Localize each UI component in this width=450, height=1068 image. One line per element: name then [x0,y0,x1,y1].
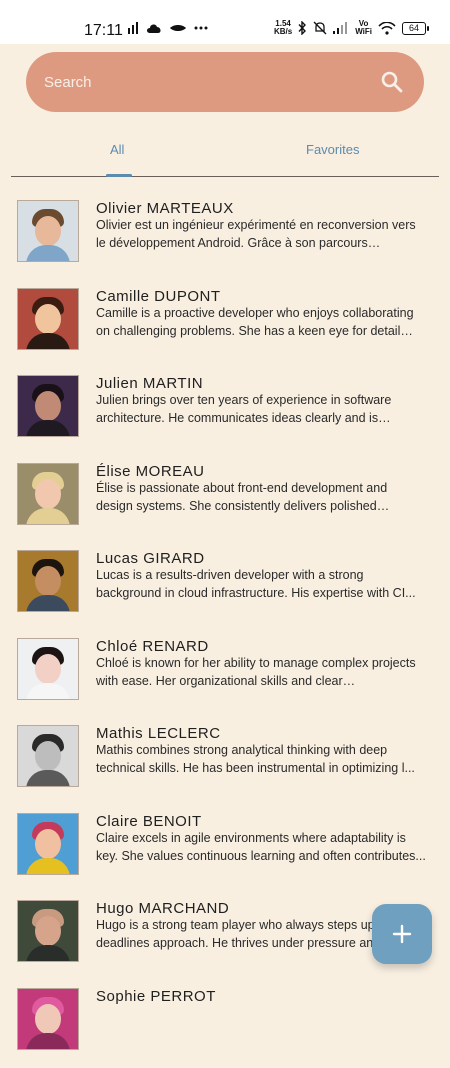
avatar [17,463,79,525]
status-left-icons [128,22,208,34]
avatar [17,900,79,962]
list-item[interactable]: Camille DUPONT Camille is a proactive de… [0,288,450,368]
person-name: Sophie PERROT [96,988,216,1005]
list-item[interactable]: Olivier MARTEAUX Olivier est un ingénieu… [0,200,450,280]
person-description: Camille is a proactive developer who enj… [96,306,414,338]
person-description: Mathis combines strong analytical thinki… [96,743,415,775]
person-description: Élise is passionate about front-end deve… [96,481,388,513]
tab-bar: All Favorites [11,128,439,177]
network-speed-unit: KB/s [273,27,293,36]
list-item[interactable]: Sophie PERROT [0,988,450,1068]
vowifi-label: Vo WiFi [355,20,372,36]
person-name: Claire BENOIT [96,813,202,830]
avatar [17,638,79,700]
wifi-icon [378,21,396,35]
person-description: Claire excels in agile environments wher… [96,831,426,863]
person-description: Julien brings over ten years of experien… [96,393,392,425]
person-name: Hugo MARCHAND [96,900,230,917]
bell-off-icon [313,21,327,35]
add-button[interactable] [372,904,432,964]
person-name: Mathis LECLERC [96,725,221,742]
search-icon[interactable] [380,70,404,94]
signal-bars-icon [128,22,138,34]
avatar [17,375,79,437]
person-name: Élise MOREAU [96,463,205,480]
cloud-icon [147,24,161,33]
list-item[interactable]: Élise MOREAU Élise is passionate about f… [0,463,450,543]
bluetooth-icon [298,21,307,35]
avatar [17,988,79,1050]
person-description: Chloé is known for her ability to manage… [96,656,416,688]
tab-all[interactable]: All [110,142,124,157]
list-item[interactable]: Julien MARTIN Julien brings over ten yea… [0,375,450,455]
status-time: 17:11 [84,22,123,39]
person-name: Julien MARTIN [96,375,204,392]
person-description: Lucas is a results-driven developer with… [96,568,416,600]
list-item[interactable]: Claire BENOIT Claire excels in agile env… [0,813,450,893]
battery-indicator: 64 [402,21,429,35]
list-item[interactable]: Chloé RENARD Chloé is known for her abil… [0,638,450,718]
more-dots-icon [194,26,208,30]
avatar [17,200,79,262]
vowifi-bottom: WiFi [355,27,372,36]
network-speed: 1.54 KB/s [274,20,292,36]
avatar [17,725,79,787]
person-description: Olivier est un ingénieur expérimenté en … [96,218,416,250]
eye-icon [170,25,186,31]
add-icon [392,924,412,944]
list-item[interactable]: Mathis LECLERC Mathis combines strong an… [0,725,450,805]
list-item[interactable]: Lucas GIRARD Lucas is a results-driven d… [0,550,450,630]
cell-signal-icon [333,22,348,34]
tab-indicator [106,174,132,177]
status-bar: 17:11 1.54 KB/s Vo WiFi 64 [0,0,450,44]
search-input[interactable]: Search [44,74,92,91]
avatar [17,813,79,875]
person-name: Camille DUPONT [96,288,221,305]
search-bar[interactable]: Search [26,52,424,112]
avatar [17,550,79,612]
status-right-icons: 1.54 KB/s Vo WiFi 64 [274,20,429,36]
person-name: Chloé RENARD [96,638,209,655]
tab-favorites[interactable]: Favorites [306,142,359,157]
person-name: Olivier MARTEAUX [96,200,234,217]
person-name: Lucas GIRARD [96,550,205,567]
avatar [17,288,79,350]
